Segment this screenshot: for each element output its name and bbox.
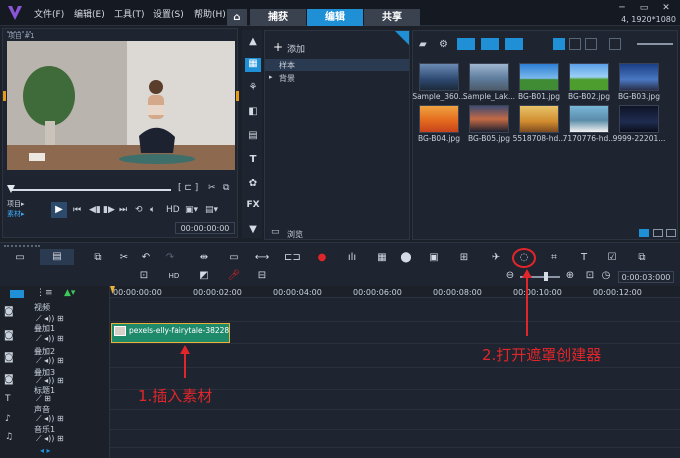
annotation-insert: 1.插入素材 <box>138 387 213 405</box>
annotation-mask: 2.打开遮罩创建器 <box>482 346 602 364</box>
annotation-arrows <box>180 269 532 378</box>
